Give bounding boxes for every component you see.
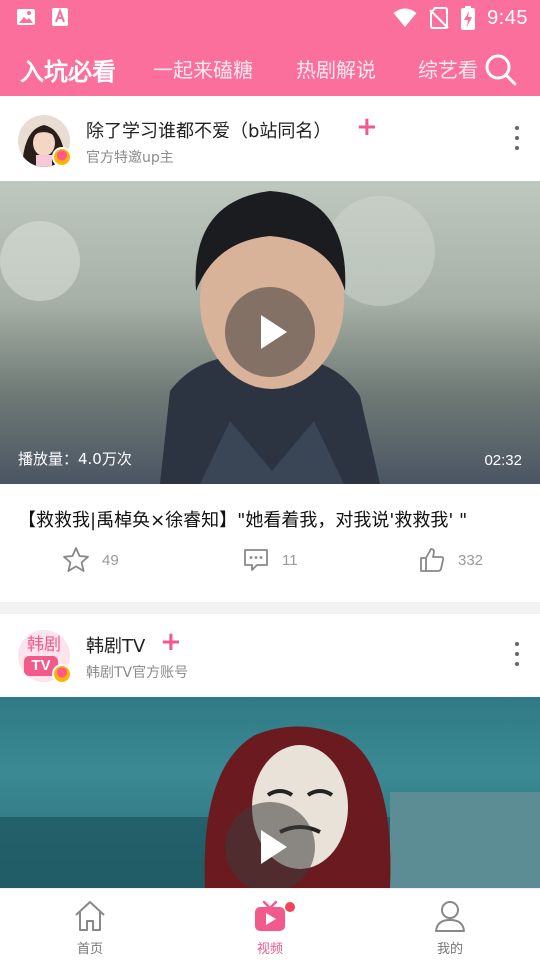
feed-card: 韩剧 TV 韩剧TV + 韩剧TV官方账号 xyxy=(0,614,540,888)
category-tabs: 入坑必看 一起来磕糖 热剧解说 综艺看 xyxy=(0,44,540,96)
thumbs-up-icon xyxy=(420,548,445,572)
favorite-count: 49 xyxy=(102,551,119,569)
video-title[interactable]: 【救救我|禹棹奂×徐睿知】"她看着我，对我说'救救我' " xyxy=(18,506,522,532)
tab-must-watch[interactable]: 入坑必看 xyxy=(20,52,116,87)
author-name[interactable]: 除了学习谁都不爱（b站同名） xyxy=(86,117,331,143)
search-icon[interactable] xyxy=(484,53,518,87)
verified-badge-icon xyxy=(52,147,72,167)
play-button[interactable] xyxy=(225,287,315,377)
tab-sweet-moments[interactable]: 一起来磕糖 xyxy=(153,54,253,83)
video-thumbnail[interactable] xyxy=(0,697,540,888)
status-time: 9:45 xyxy=(487,6,528,29)
bottom-nav: 首页 视频 我的 xyxy=(0,888,540,960)
nav-video-label: 视频 xyxy=(256,942,283,957)
more-options-icon[interactable] xyxy=(512,642,522,672)
tab-drama-commentary[interactable]: 热剧解说 xyxy=(296,54,376,83)
video-thumbnail[interactable]: 播放量：4.0万次 02:32 xyxy=(0,181,540,484)
author-subtitle: 韩剧TV官方账号 xyxy=(86,665,189,681)
nav-home-label: 首页 xyxy=(76,942,103,957)
follow-plus-icon[interactable]: + xyxy=(160,629,182,655)
follow-plus-icon[interactable]: + xyxy=(356,114,378,140)
action-bar: 49 11 332 xyxy=(0,546,540,586)
nav-home[interactable]: 首页 xyxy=(30,889,150,960)
status-bar: 9:45 xyxy=(0,0,540,36)
more-options-icon[interactable] xyxy=(512,126,522,156)
like-button[interactable]: 332 xyxy=(418,546,483,574)
video-feed: 除了学习谁都不爱（b站同名） + 官方特邀up主 播放量：4.0万次 02:32… xyxy=(0,96,540,888)
app-store-notification-icon xyxy=(52,8,68,26)
favorite-button[interactable]: 49 xyxy=(62,546,119,574)
tv-play-icon xyxy=(255,900,285,931)
feed-card: 除了学习谁都不爱（b站同名） + 官方特邀up主 播放量：4.0万次 02:32… xyxy=(0,96,540,602)
gallery-notification-icon xyxy=(17,9,35,25)
avatar-logo-text: 韩剧 xyxy=(27,635,61,655)
nav-profile[interactable]: 我的 xyxy=(390,889,510,960)
comment-icon xyxy=(244,549,268,571)
tab-variety[interactable]: 综艺看 xyxy=(418,54,478,83)
author-row: 韩剧 TV 韩剧TV + 韩剧TV官方账号 xyxy=(18,628,522,708)
like-count: 332 xyxy=(458,551,484,569)
nav-video[interactable]: 视频 xyxy=(210,889,330,960)
star-icon xyxy=(63,547,89,572)
battery-charging-icon xyxy=(461,6,476,30)
home-icon xyxy=(75,901,105,931)
comment-count: 11 xyxy=(282,551,298,569)
play-button[interactable] xyxy=(225,802,315,888)
video-duration: 02:32 xyxy=(484,452,522,469)
wifi-icon xyxy=(393,8,417,27)
verified-badge-icon xyxy=(52,664,72,684)
person-icon xyxy=(435,901,465,932)
author-name[interactable]: 韩剧TV xyxy=(86,632,145,658)
view-count: 播放量：4.0万次 xyxy=(18,450,132,468)
no-sim-icon xyxy=(429,7,449,29)
notification-dot xyxy=(285,902,295,912)
nav-profile-label: 我的 xyxy=(436,942,463,957)
comment-button[interactable]: 11 xyxy=(242,546,298,574)
author-subtitle: 官方特邀up主 xyxy=(86,150,174,166)
top-bar: 9:45 入坑必看 一起来磕糖 热剧解说 综艺看 xyxy=(0,0,540,96)
